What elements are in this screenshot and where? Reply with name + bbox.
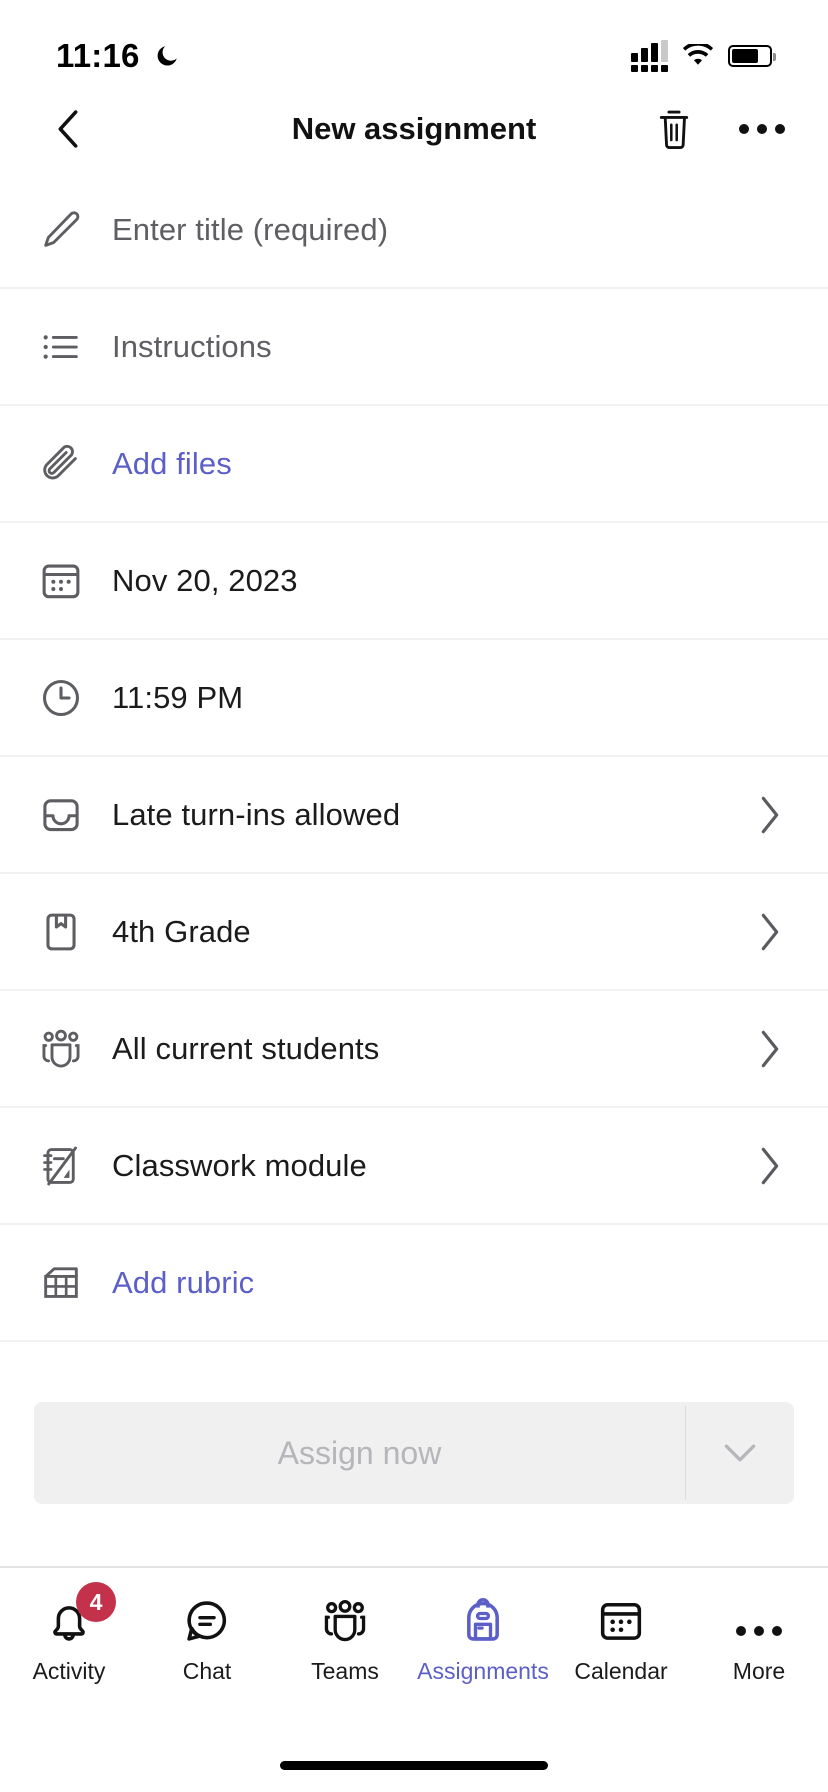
tab-more[interactable]: More xyxy=(690,1594,828,1685)
row-title[interactable]: Enter title (required) xyxy=(0,172,828,289)
inbox-icon xyxy=(38,792,112,838)
status-bar: 11:16 xyxy=(0,0,828,86)
bell-icon: 4 xyxy=(44,1582,116,1646)
row-label: 11:59 PM xyxy=(112,679,244,715)
row-class[interactable]: 4th Grade xyxy=(0,874,828,991)
calendar-icon xyxy=(596,1594,646,1646)
tab-activity[interactable]: 4 Activity xyxy=(0,1582,138,1685)
assignment-form-list: Enter title (required) Instructions Add … xyxy=(0,172,828,1342)
row-add-rubric[interactable]: Add rubric xyxy=(0,1225,828,1342)
tab-label: Activity xyxy=(32,1658,106,1684)
status-bar-clock: 11:16 xyxy=(56,37,140,74)
row-classwork-module[interactable]: Classwork module xyxy=(0,1108,828,1225)
trash-icon[interactable] xyxy=(648,103,700,155)
tab-label: Teams xyxy=(311,1658,379,1684)
battery-icon xyxy=(728,45,776,67)
tab-chat[interactable]: Chat xyxy=(138,1594,276,1685)
chat-icon xyxy=(182,1594,232,1646)
footer-action-bar: Assign now xyxy=(0,1384,828,1526)
row-label: All current students xyxy=(112,1030,380,1066)
backpack-icon xyxy=(458,1594,508,1646)
chevron-right-icon[interactable] xyxy=(750,912,790,952)
tab-teams[interactable]: Teams xyxy=(276,1594,414,1685)
row-add-files[interactable]: Add files xyxy=(0,406,828,523)
wifi-icon xyxy=(682,44,714,68)
pencil-icon xyxy=(38,207,112,253)
activity-badge: 4 xyxy=(76,1582,116,1622)
people-icon xyxy=(320,1594,370,1646)
assign-now-label: Assign now xyxy=(277,1434,442,1471)
chevron-right-icon[interactable] xyxy=(750,1029,790,1069)
more-horizontal-icon xyxy=(736,1594,782,1646)
tab-label: Chat xyxy=(182,1658,232,1684)
home-indicator xyxy=(280,1761,548,1770)
row-late-turn-ins[interactable]: Late turn-ins allowed xyxy=(0,757,828,874)
row-due-time[interactable]: 11:59 PM xyxy=(0,640,828,757)
row-label: Add files xyxy=(112,445,232,481)
header-actions xyxy=(648,103,788,155)
status-bar-left: 11:16 xyxy=(56,37,180,75)
bulleted-list-icon xyxy=(38,324,112,370)
row-due-date[interactable]: Nov 20, 2023 xyxy=(0,523,828,640)
chevron-down-icon xyxy=(723,1442,757,1464)
row-label: Enter title (required) xyxy=(112,211,389,247)
calendar-icon xyxy=(38,558,112,604)
assign-options-button[interactable] xyxy=(686,1402,794,1504)
assign-now-group: Assign now xyxy=(34,1402,794,1504)
bottom-tab-bar: 4 Activity Chat Teams Assignments Calend… xyxy=(0,1566,828,1792)
grid-table-icon xyxy=(38,1260,112,1306)
app-header: New assignment xyxy=(0,86,828,172)
row-instructions[interactable]: Instructions xyxy=(0,289,828,406)
tab-label: Calendar xyxy=(574,1658,668,1684)
assign-now-button[interactable]: Assign now xyxy=(34,1402,685,1504)
bookmark-doc-icon xyxy=(38,909,112,955)
crescent-moon-icon xyxy=(154,43,180,69)
people-icon xyxy=(38,1026,112,1072)
app-screen: 11:16 New assignment Enter title (requir… xyxy=(0,0,828,1792)
clock-icon xyxy=(38,675,112,721)
row-label: Classwork module xyxy=(112,1147,367,1183)
chevron-right-icon[interactable] xyxy=(750,1146,790,1186)
row-label: Instructions xyxy=(112,328,272,364)
tab-calendar[interactable]: Calendar xyxy=(552,1594,690,1685)
classwork-icon xyxy=(38,1143,112,1189)
row-label: Late turn-ins allowed xyxy=(112,796,401,832)
row-label: Nov 20, 2023 xyxy=(112,562,298,598)
chevron-right-icon[interactable] xyxy=(750,795,790,835)
tab-label: More xyxy=(732,1658,786,1684)
row-assign-to[interactable]: All current students xyxy=(0,991,828,1108)
status-bar-right xyxy=(631,40,776,72)
row-label: Add rubric xyxy=(112,1264,255,1300)
more-horizontal-icon[interactable] xyxy=(736,103,788,155)
tab-label: Assignments xyxy=(417,1658,549,1684)
paperclip-icon xyxy=(38,441,112,487)
tab-assignments[interactable]: Assignments xyxy=(414,1594,552,1685)
back-button[interactable] xyxy=(40,101,96,157)
cellular-signal-icon xyxy=(631,40,668,72)
row-label: 4th Grade xyxy=(112,913,251,949)
